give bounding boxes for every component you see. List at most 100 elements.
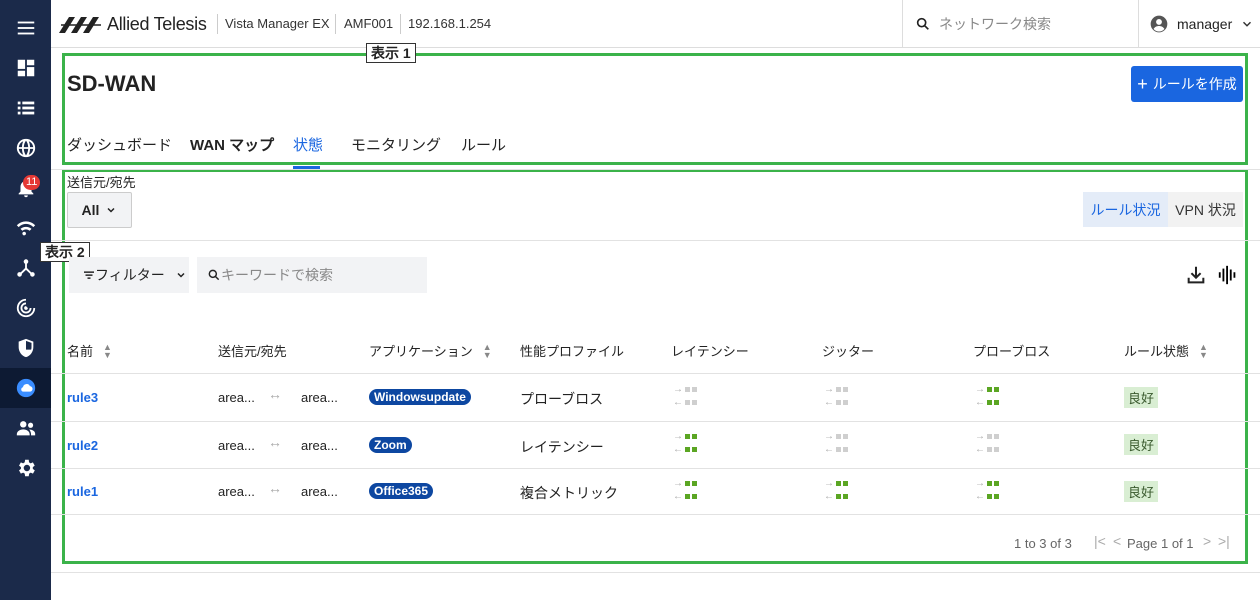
rule-status-toggle[interactable]: ルール状況 [1083,192,1168,227]
account-icon [1150,15,1168,33]
cloud-icon[interactable] [0,368,51,408]
top-bar: Allied Telesis Vista Manager EX AMF001 1… [51,0,1260,48]
network-search [902,0,1138,48]
download-icon[interactable] [1185,264,1207,286]
list-icon[interactable] [0,88,51,128]
shield-icon[interactable] [0,328,51,368]
profile-cell: 複合メトリック [520,485,618,501]
source-dest-label: 送信元/宛先 [67,175,136,190]
inbound-arrow-icon: ← [673,490,703,503]
probe-loss-indicator: → ← [975,430,1005,458]
divider [51,169,1260,170]
probe-loss-indicator: → ← [975,477,1005,505]
rule-name-link[interactable]: rule3 [67,390,98,405]
outbound-arrow-icon: → [975,383,1005,396]
prev-page-icon[interactable]: < [1113,533,1121,549]
page-title: SD-WAN [67,71,157,96]
divider [51,240,1260,241]
filter-label: フィルター [95,267,165,283]
column-header-name[interactable]: 名前 ▲ ▼ [67,341,112,360]
divider [51,373,1260,374]
chevron-down-icon [1243,21,1252,27]
outbound-arrow-icon: → [975,477,1005,490]
users-icon[interactable] [0,408,51,448]
profile-cell: レイテンシー [520,439,604,455]
profile-cell: プローブロス [520,391,604,407]
filter-icon [84,271,94,279]
pagination-range: 1 to 3 of 3 [1014,536,1072,551]
column-header-app[interactable]: アプリケーション ▲ ▼ [369,341,492,360]
column-header-source: 送信元/宛先 [218,344,287,359]
status-badge: 良好 [1124,387,1159,408]
bell-icon[interactable]: 11 [0,168,51,208]
radar-icon[interactable] [0,288,51,328]
column-header-latency: レイテンシー [671,344,749,359]
column-header-profile: 性能プロファイル [520,344,625,359]
column-header-rule-status[interactable]: ルール状態 ▲ ▼ [1124,341,1208,360]
column-header-jitter: ジッター [822,344,875,359]
first-page-icon[interactable]: |< [1094,533,1106,549]
inbound-arrow-icon: ← [824,490,854,503]
probe-loss-indicator: → ← [975,383,1005,411]
latency-indicator: → ← [673,430,703,458]
outbound-arrow-icon: → [824,477,854,490]
outbound-arrow-icon: → [824,383,854,396]
inbound-arrow-icon: ← [673,443,703,456]
sort-icon: ▲ ▼ [103,341,112,360]
destination-cell: area... [301,438,338,453]
tab-dashboard[interactable]: ダッシュボード [67,134,172,155]
column-header-probe-loss: プローブロス [973,344,1051,359]
device-ip: 192.168.1.254 [408,16,492,31]
create-rule-button[interactable]: + ルールを作成 [1131,66,1243,102]
destination-cell: area... [301,484,338,499]
annotation-frame-2 [62,169,1248,564]
dashboard-icon[interactable] [0,48,51,88]
bidirectional-arrow-icon: ↔ [268,386,282,402]
globe-icon[interactable] [0,128,51,168]
tab-wan-map[interactable]: WAN マップ [190,134,274,155]
latency-indicator: → ← [673,477,703,505]
columns-icon[interactable] [1217,264,1239,286]
device-name: AMF001 [344,16,394,31]
jitter-indicator: → ← [824,430,854,458]
user-menu[interactable]: manager [1138,0,1260,48]
rule-name-link[interactable]: rule2 [67,438,98,453]
divider [51,514,1260,515]
brand-logo[interactable]: Allied Telesis [59,14,207,35]
divider [400,14,401,34]
source-cell: area... [218,390,255,405]
divider [51,468,1260,469]
last-page-icon[interactable]: >| [1218,533,1230,549]
vpn-status-toggle[interactable]: VPN 状況 [1168,192,1243,227]
user-name: manager [1177,16,1233,32]
outbound-arrow-icon: → [673,383,703,396]
app-badge: Windowsupdate [369,389,471,405]
pagination-page: Page 1 of 1 [1127,536,1194,551]
tab-monitoring[interactable]: モニタリング [351,134,441,155]
filter-button[interactable]: フィルター [69,257,189,293]
keyword-search-input[interactable] [221,267,421,283]
product-name: Vista Manager EX [225,16,330,31]
inbound-arrow-icon: ← [824,443,854,456]
menu-icon[interactable] [0,8,51,48]
divider [335,14,336,34]
next-page-icon[interactable]: > [1203,533,1211,549]
tab-rules[interactable]: ルール [461,134,506,155]
create-rule-label: ルールを作成 [1152,76,1237,92]
rule-name-link[interactable]: rule1 [67,484,98,499]
status-badge: 良好 [1124,481,1159,502]
search-icon [208,269,220,281]
inbound-arrow-icon: ← [824,396,854,409]
network-search-input[interactable] [939,16,1119,32]
settings-icon[interactable] [0,448,51,488]
brand-name: Allied Telesis [107,14,207,34]
tab-status[interactable]: 状態 [293,134,323,155]
source-cell: area... [218,484,255,499]
latency-indicator: → ← [673,383,703,411]
app-badge: Zoom [369,437,412,453]
source-dest-select[interactable]: All [67,192,132,228]
inbound-arrow-icon: ← [673,396,703,409]
app-badge: Office365 [369,483,434,499]
status-badge: 良好 [1124,434,1159,455]
divider [51,572,1260,573]
